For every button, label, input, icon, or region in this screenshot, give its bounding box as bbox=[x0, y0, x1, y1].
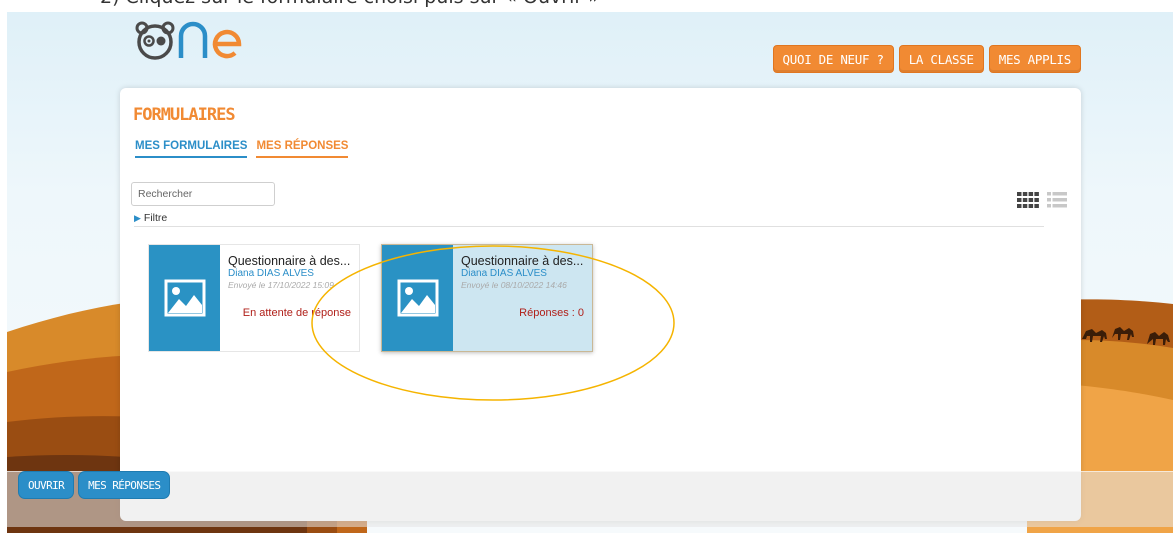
card-author: Diana DIAS ALVES bbox=[461, 268, 547, 279]
card-title: Questionnaire à des... bbox=[461, 254, 584, 268]
search-input[interactable]: Rechercher bbox=[131, 182, 275, 206]
form-thumbnail bbox=[149, 245, 220, 351]
page-title: FORMULAIRES bbox=[133, 105, 236, 125]
filter-toggle[interactable]: ▶ Filtre bbox=[134, 212, 167, 224]
form-thumbnail bbox=[382, 245, 453, 351]
nav-quoi-de-neuf-button[interactable]: QUOI DE NEUF ? bbox=[772, 45, 894, 73]
bottom-actions: OUVRIR MES RÉPONSES bbox=[18, 471, 171, 499]
tab-mes-formulaires[interactable]: MES FORMULAIRES bbox=[135, 140, 248, 158]
card-author: Diana DIAS ALVES bbox=[228, 268, 314, 279]
app-screen: QUOI DE NEUF ? LA CLASSE MES APPLIS FORM… bbox=[7, 12, 1173, 533]
divider bbox=[134, 226, 1044, 227]
image-placeholder-icon bbox=[164, 279, 205, 317]
my-responses-button[interactable]: MES RÉPONSES bbox=[78, 471, 171, 499]
form-card[interactable]: Questionnaire à des... Diana DIAS ALVES … bbox=[148, 244, 360, 352]
top-navigation: QUOI DE NEUF ? LA CLASSE MES APPLIS bbox=[772, 45, 1081, 73]
list-view-icon[interactable] bbox=[1047, 192, 1067, 208]
card-title: Questionnaire à des... bbox=[228, 254, 351, 268]
triangle-right-icon: ▶ bbox=[134, 213, 141, 223]
card-status: En attente de réponse bbox=[242, 307, 351, 319]
nav-mes-applis-button[interactable]: MES APPLIS bbox=[988, 45, 1081, 73]
image-placeholder-icon bbox=[397, 279, 438, 317]
nav-la-classe-button[interactable]: LA CLASSE bbox=[898, 45, 984, 73]
tab-mes-reponses[interactable]: MES RÉPONSES bbox=[256, 140, 349, 158]
card-date: Envoyé le 17/10/2022 15:09 bbox=[228, 280, 334, 290]
form-card-selected[interactable]: Questionnaire à des... Diana DIAS ALVES … bbox=[381, 244, 593, 352]
formulaires-panel: FORMULAIRES MES FORMULAIRES MES RÉPONSES… bbox=[120, 88, 1081, 521]
document-caption: 2) Cliquez sur le formulaire choisi puis… bbox=[100, 0, 600, 12]
card-status: Réponses : 0 bbox=[519, 307, 584, 319]
tab-bar: MES FORMULAIRES MES RÉPONSES bbox=[135, 140, 349, 158]
one-logo[interactable] bbox=[133, 16, 283, 62]
filter-label: Filtre bbox=[143, 212, 168, 224]
bottom-action-bar bbox=[7, 471, 1173, 527]
open-button[interactable]: OUVRIR bbox=[18, 471, 75, 499]
card-date: Envoyé le 08/10/2022 14:46 bbox=[461, 280, 567, 290]
grid-view-icon[interactable] bbox=[1017, 192, 1039, 208]
